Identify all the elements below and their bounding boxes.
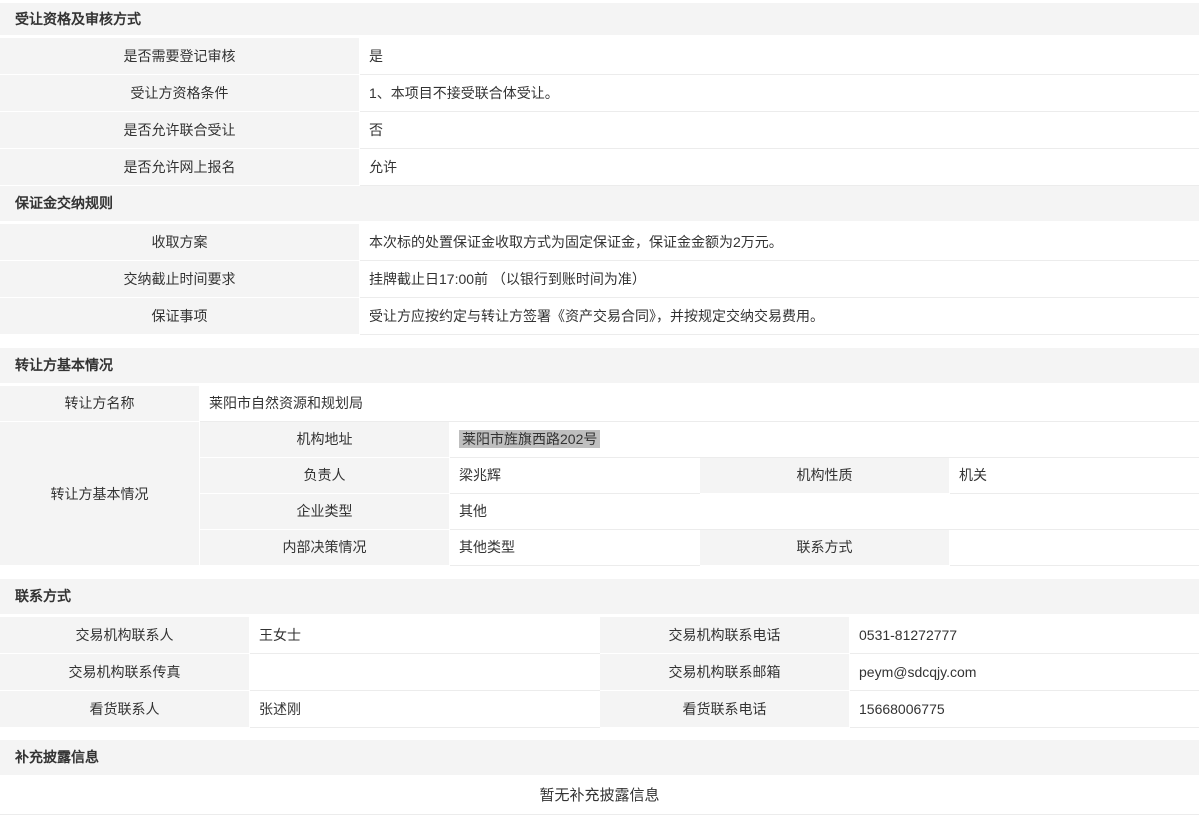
row-value: 15668006775: [850, 691, 1199, 728]
table-row: 交纳截止时间要求 挂牌截止日17:00前 （以银行到账时间为准）: [0, 261, 1199, 298]
row-label: 负责人: [200, 458, 450, 494]
row-label: 保证事项: [0, 298, 360, 335]
row-value: peym@sdcqjy.com: [850, 654, 1199, 691]
table-row: 交易机构联系人 王女士 交易机构联系电话 0531-81272777: [0, 617, 1199, 654]
row-label: 是否允许联合受让: [0, 112, 360, 149]
transferor-nested-table: 机构地址 莱阳市旌旗西路202号 负责人 梁兆辉 机构性质 机关 企业类型 其他…: [200, 422, 1199, 566]
row-value: 莱阳市自然资源和规划局: [200, 386, 1199, 422]
table-row: 交易机构联系传真 交易机构联系邮箱 peym@sdcqjy.com: [0, 654, 1199, 691]
row-value: 本次标的处置保证金收取方式为固定保证金，保证金金额为2万元。: [360, 224, 1199, 261]
row-value: 0531-81272777: [850, 617, 1199, 654]
row-label: 看货联系电话: [600, 691, 850, 728]
row-value: 机关: [950, 458, 1199, 494]
transferor-name-row: 转让方名称 莱阳市自然资源和规划局: [0, 386, 1199, 422]
table-row: 内部决策情况 其他类型 联系方式: [200, 530, 1199, 566]
listing-detail-page: 受让资格及审核方式 是否需要登记审核 是 受让方资格条件 1、本项目不接受联合体…: [0, 0, 1199, 815]
contacts-table: 交易机构联系人 王女士 交易机构联系电话 0531-81272777 交易机构联…: [0, 617, 1199, 728]
row-label: 看货联系人: [0, 691, 250, 728]
row-label: 交易机构联系人: [0, 617, 250, 654]
transferor-detail-group: 转让方基本情况 机构地址 莱阳市旌旗西路202号 负责人 梁兆辉 机构性质 机关…: [0, 422, 1199, 566]
table-row: 企业类型 其他: [200, 494, 1199, 530]
row-value: 允许: [360, 149, 1199, 186]
row-value: 是: [360, 38, 1199, 75]
row-value: 王女士: [250, 617, 600, 654]
row-value: 1、本项目不接受联合体受让。: [360, 75, 1199, 112]
row-label: 是否允许网上报名: [0, 149, 360, 186]
row-label: 交易机构联系邮箱: [600, 654, 850, 691]
row-label: 机构性质: [700, 458, 950, 494]
section-gap: [0, 566, 1199, 579]
row-label: 联系方式: [700, 530, 950, 566]
qualification-table: 是否需要登记审核 是 受让方资格条件 1、本项目不接受联合体受让。 是否允许联合…: [0, 38, 1199, 186]
row-label: 交易机构联系传真: [0, 654, 250, 691]
table-row: 保证事项 受让方应按约定与转让方签署《资产交易合同》，并按规定交纳交易费用。: [0, 298, 1199, 335]
row-value: 其他: [450, 494, 1199, 530]
section-header-contacts: 联系方式: [0, 579, 1199, 617]
row-value: 莱阳市旌旗西路202号: [450, 422, 1199, 458]
section-header-qualification: 受让资格及审核方式: [0, 3, 1199, 38]
selected-text: 莱阳市旌旗西路202号: [459, 430, 600, 448]
row-value: 挂牌截止日17:00前 （以银行到账时间为准）: [360, 261, 1199, 298]
row-label: 受让方资格条件: [0, 75, 360, 112]
table-row: 看货联系人 张述刚 看货联系电话 15668006775: [0, 691, 1199, 728]
disclosure-empty-text: 暂无补充披露信息: [0, 778, 1199, 815]
section-header-deposit: 保证金交纳规则: [0, 186, 1199, 224]
row-value: 受让方应按约定与转让方签署《资产交易合同》，并按规定交纳交易费用。: [360, 298, 1199, 335]
table-row: 收取方案 本次标的处置保证金收取方式为固定保证金，保证金金额为2万元。: [0, 224, 1199, 261]
table-row: 负责人 梁兆辉 机构性质 机关: [200, 458, 1199, 494]
transferor-table: 转让方名称 莱阳市自然资源和规划局 转让方基本情况 机构地址 莱阳市旌旗西路20…: [0, 386, 1199, 566]
deposit-table: 收取方案 本次标的处置保证金收取方式为固定保证金，保证金金额为2万元。 交纳截止…: [0, 224, 1199, 335]
row-label: 转让方名称: [0, 386, 200, 422]
section-gap: [0, 728, 1199, 740]
table-row: 是否允许网上报名 允许: [0, 149, 1199, 186]
row-label: 交易机构联系电话: [600, 617, 850, 654]
row-label: 收取方案: [0, 224, 360, 261]
row-value: [950, 530, 1199, 566]
group-label: 转让方基本情况: [0, 422, 200, 566]
section-header-transferor: 转让方基本情况: [0, 348, 1199, 386]
row-label: 企业类型: [200, 494, 450, 530]
section-gap: [0, 335, 1199, 348]
row-label: 是否需要登记审核: [0, 38, 360, 75]
row-value: [250, 654, 600, 691]
row-label: 机构地址: [200, 422, 450, 458]
row-value: 张述刚: [250, 691, 600, 728]
row-value: 其他类型: [450, 530, 700, 566]
table-row: 是否需要登记审核 是: [0, 38, 1199, 75]
row-value: 否: [360, 112, 1199, 149]
table-row: 是否允许联合受让 否: [0, 112, 1199, 149]
row-label: 交纳截止时间要求: [0, 261, 360, 298]
section-header-disclosure: 补充披露信息: [0, 740, 1199, 778]
row-value: 梁兆辉: [450, 458, 700, 494]
table-row: 机构地址 莱阳市旌旗西路202号: [200, 422, 1199, 458]
row-label: 内部决策情况: [200, 530, 450, 566]
table-row: 受让方资格条件 1、本项目不接受联合体受让。: [0, 75, 1199, 112]
